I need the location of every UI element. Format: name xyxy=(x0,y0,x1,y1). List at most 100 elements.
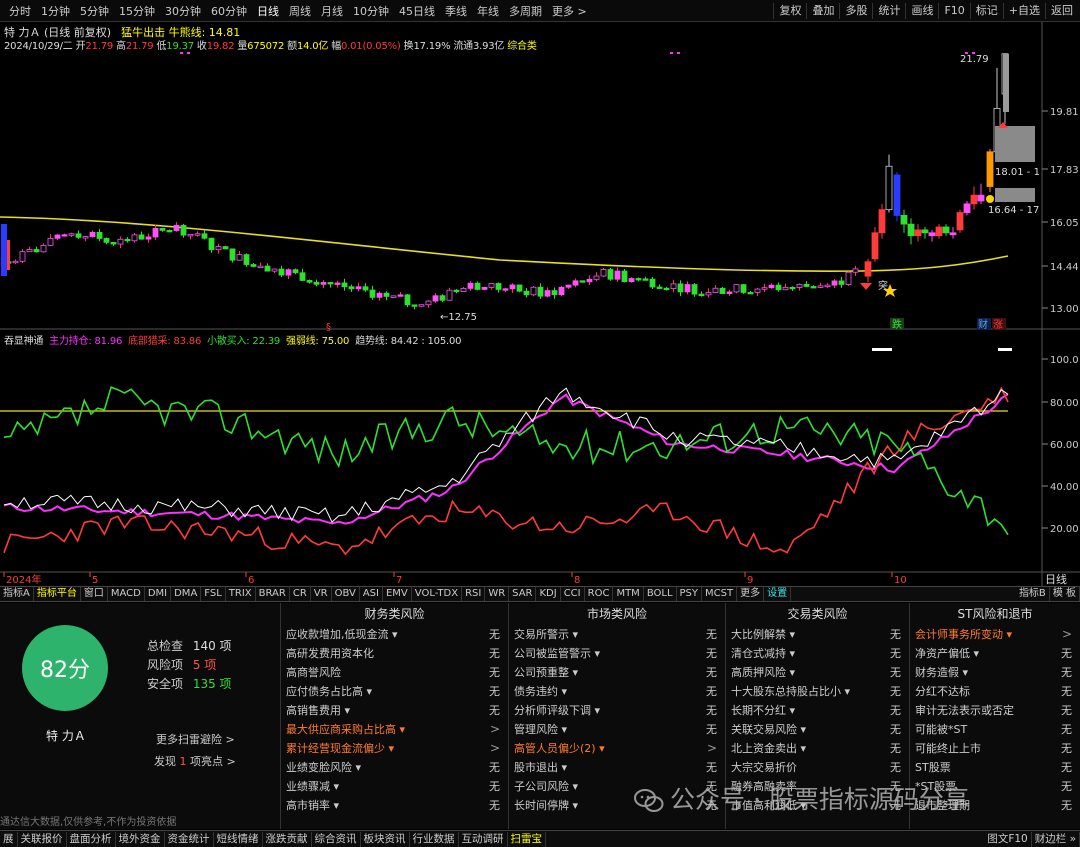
bottom-tab[interactable]: 互动调研 xyxy=(459,831,508,847)
bottom-tab[interactable]: 资金统计 xyxy=(165,831,214,847)
risk-item[interactable]: 高管人员偏少(2) ▾ > xyxy=(509,739,725,758)
candle-body xyxy=(33,249,40,253)
stat-risk: 风险项 5 项 xyxy=(147,658,217,672)
indicator-tab[interactable]: WR xyxy=(485,587,510,601)
risk-item[interactable]: 业绩变脸风险 ▾ 无 xyxy=(281,758,508,777)
risk-item[interactable]: 清仓式减持 ▾ 无 xyxy=(726,644,909,663)
indicator-tab[interactable]: 指标平台 xyxy=(34,587,81,601)
bottom-tab[interactable]: 综合资讯 xyxy=(312,831,361,847)
indicator-tab[interactable]: KDJ xyxy=(536,587,561,601)
risk-item[interactable]: 最大供应商采购占比高 ▾ > xyxy=(281,720,508,739)
risk-item[interactable]: 股市退出 ▾ 无 xyxy=(509,758,725,777)
risk-item[interactable]: 财务造假 ▾ 无 xyxy=(910,663,1080,682)
candle-body xyxy=(194,233,201,236)
risk-item[interactable]: 审计无法表示或否定 无 xyxy=(910,701,1080,720)
risk-item-label: 净资产偏低 ▾ xyxy=(915,647,980,660)
indicator-tab[interactable]: 设置 xyxy=(764,587,792,601)
indicator-tab[interactable]: MCST xyxy=(702,587,738,601)
risk-item[interactable]: 十大股东总持股占比小 ▾ 无 xyxy=(726,682,909,701)
bottom-tab[interactable]: 盘面分析 xyxy=(67,831,116,847)
indicator-tab[interactable]: VOL-TDX xyxy=(412,587,463,601)
risk-item[interactable]: 累计经营现金流偏少 ▾ > xyxy=(281,739,508,758)
indicator-tab[interactable]: ASI xyxy=(360,587,383,601)
kline-chart[interactable]: 19.81 17.83 16.05 14.44 13.00 100.0 80.00 60.0… xyxy=(0,0,1080,586)
candle-body xyxy=(222,246,229,250)
candle-body xyxy=(949,232,957,236)
candle-body xyxy=(215,246,222,251)
indicator-tab[interactable]: DMI xyxy=(145,587,172,601)
indicator-tab[interactable]: 模 板 xyxy=(1050,587,1080,601)
risk-item[interactable]: 高销售费用 ▾ 无 xyxy=(281,701,508,720)
indicator-tab[interactable]: 指标B xyxy=(1016,587,1050,601)
indicator-tab[interactable]: EMV xyxy=(383,587,412,601)
risk-item[interactable]: 关联交易风险 ▾ 无 xyxy=(726,720,909,739)
risk-item[interactable]: 长期不分红 ▾ 无 xyxy=(726,701,909,720)
risk-item-status: 无 xyxy=(489,799,500,812)
candle-body xyxy=(963,203,971,213)
indicator-tab[interactable]: TRIX xyxy=(226,587,256,601)
highlights-link[interactable]: 发现 1 项亮点 > xyxy=(154,753,236,769)
indicator-tab[interactable]: CCI xyxy=(561,587,585,601)
bottom-tab[interactable]: 图文F10 xyxy=(984,831,1032,847)
risk-item[interactable]: 公司被监管警示 ▾ 无 xyxy=(509,644,725,663)
signal-dot xyxy=(965,52,968,54)
signal-dot xyxy=(972,52,975,54)
more-scan-link[interactable]: 更多扫雷避险 > xyxy=(156,731,235,747)
indicator-tab[interactable]: 窗口 xyxy=(81,587,108,601)
risk-item[interactable]: 应付债务占比高 ▾ 无 xyxy=(281,682,508,701)
risk-item[interactable]: ST股票 无 xyxy=(910,758,1080,777)
candle-body xyxy=(61,234,68,237)
risk-item[interactable]: 分红不达标 无 xyxy=(910,682,1080,701)
risk-item[interactable]: 管理风险 ▾ 无 xyxy=(509,720,725,739)
risk-item[interactable]: 应收款增加,低现金流 ▾ 无 xyxy=(281,625,508,644)
risk-item[interactable]: 业绩骤减 ▾ 无 xyxy=(281,777,508,796)
indicator-tab[interactable]: FSL xyxy=(201,587,226,601)
bottom-tab[interactable]: 关联报价 xyxy=(18,831,67,847)
bottom-tab[interactable]: 板块资讯 xyxy=(361,831,410,847)
indicator-tab[interactable]: RSI xyxy=(462,587,486,601)
indicator-tab[interactable]: PSY xyxy=(677,587,703,601)
risk-item[interactable]: 高商誉风险 无 xyxy=(281,663,508,682)
indicator-tab[interactable]: 指标A xyxy=(0,587,34,601)
risk-item[interactable]: 交易所警示 ▾ 无 xyxy=(509,625,725,644)
risk-item[interactable]: 大宗交易折价 无 xyxy=(726,758,909,777)
risk-item[interactable]: 高质押风险 ▾ 无 xyxy=(726,663,909,682)
bottom-tab[interactable]: 财边栏 » xyxy=(1032,831,1080,847)
indicator-tab[interactable]: BOLL xyxy=(644,587,677,601)
candle-body xyxy=(54,234,61,239)
risk-item-status: 无 xyxy=(489,780,500,793)
indicator-tab[interactable]: VR xyxy=(311,587,332,601)
time-tick-label: 10 xyxy=(894,575,907,586)
bottom-tab[interactable]: 境外资金 xyxy=(116,831,165,847)
indicator-tab[interactable]: SAR xyxy=(509,587,537,601)
bottom-tab[interactable]: 行业数据 xyxy=(410,831,459,847)
risk-item-status: 无 xyxy=(489,704,500,717)
risk-item[interactable]: 可能被*ST 无 xyxy=(910,720,1080,739)
indicator-tab[interactable]: ROC xyxy=(585,587,614,601)
indicator-tab[interactable]: MACD xyxy=(108,587,145,601)
risk-item[interactable]: 大比例解禁 ▾ 无 xyxy=(726,625,909,644)
risk-item[interactable]: 公司预重整 ▾ 无 xyxy=(509,663,725,682)
candle-body xyxy=(698,293,705,297)
indicator-tab[interactable]: MTM xyxy=(613,587,644,601)
indicator-tab[interactable]: BRAR xyxy=(256,587,290,601)
indicator-tab[interactable]: CR xyxy=(290,587,311,601)
risk-item[interactable]: 可能终止上市 无 xyxy=(910,739,1080,758)
oscillator-legend: 吞显神通 主力持仓: 81.96 底部猎采: 83.86 小散买入: 22.39… xyxy=(4,332,461,347)
bottom-tab[interactable]: 展 xyxy=(0,831,18,847)
bottom-tab[interactable]: 涨跌贡献 xyxy=(263,831,312,847)
indicator-tab[interactable]: OBV xyxy=(332,587,360,601)
risk-item[interactable]: 会计师事务所变动 ▾ > xyxy=(910,625,1080,644)
indicator-tab[interactable]: 更多 xyxy=(737,587,765,601)
risk-item[interactable]: 分析师评级下调 ▾ 无 xyxy=(509,701,725,720)
risk-item[interactable]: 高市销率 ▾ 无 xyxy=(281,796,508,815)
risk-item[interactable]: 高研发费用资本化 无 xyxy=(281,644,508,663)
bottom-tab[interactable]: 短线情绪 xyxy=(214,831,263,847)
bottom-tab[interactable]: 扫雷宝 xyxy=(508,831,546,847)
risk-item-label: 会计师事务所变动 ▾ xyxy=(915,628,1013,641)
risk-item[interactable]: 净资产偏低 ▾ 无 xyxy=(910,644,1080,663)
indicator-tab[interactable]: DMA xyxy=(171,587,202,601)
risk-item[interactable]: 北上资金卖出 ▾ 无 xyxy=(726,739,909,758)
risk-item[interactable]: 债务违约 ▾ 无 xyxy=(509,682,725,701)
risk-column-title: 市场类风险 xyxy=(586,607,647,621)
